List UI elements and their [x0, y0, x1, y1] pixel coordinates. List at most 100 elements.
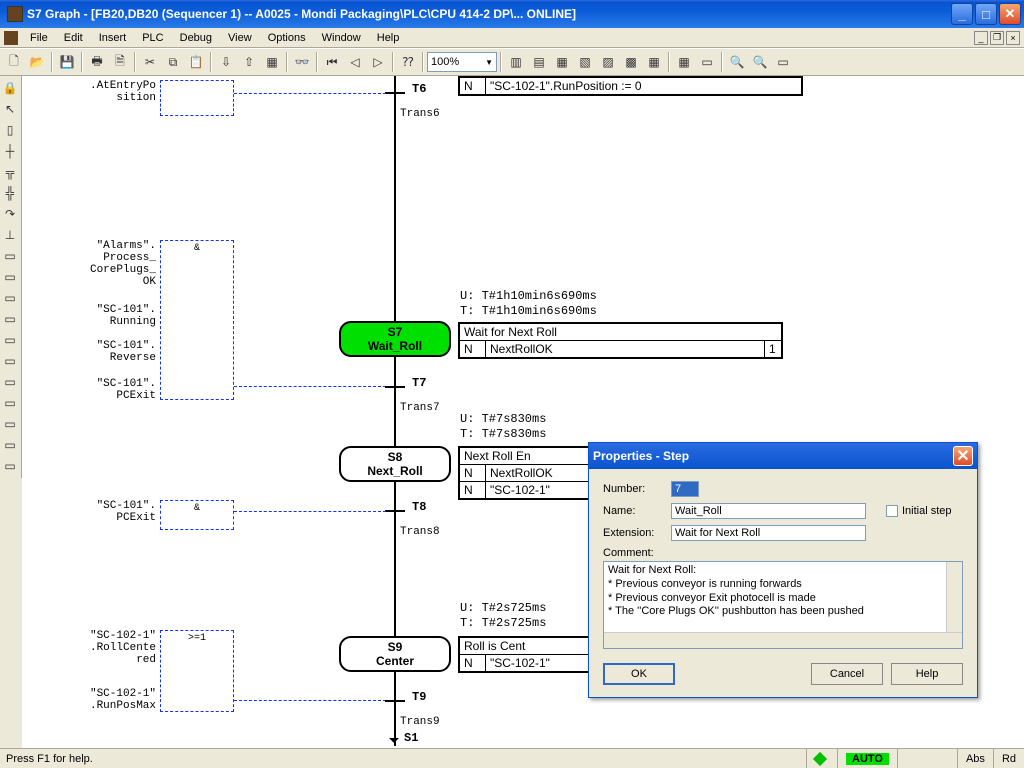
app-icon [7, 6, 23, 22]
menu-file[interactable]: File [22, 30, 56, 46]
s7-time-u: U: T#1h10min6s690ms [460, 289, 597, 303]
paste-button[interactable]: 📋 [185, 51, 207, 73]
dialog-close-button[interactable]: ✕ [953, 446, 973, 466]
overview-button[interactable]: ▭ [696, 51, 718, 73]
trans-t6-label: T6 [412, 82, 426, 96]
main-toolbar: 🗋 📂 💾 🖶 🗎 ✂ ⧉ 📋 ⇩ ⇧ ▦ 👓 ⏮ ◁ ▷ ⁇ 100%▼ ▥ … [0, 48, 1024, 76]
ok-button[interactable]: OK [603, 663, 675, 685]
alt-branch-icon[interactable]: ╬ [0, 183, 20, 203]
tool-16-icon[interactable]: ▭ [0, 393, 20, 413]
cancel-button[interactable]: Cancel [811, 663, 883, 685]
tool-17-icon[interactable]: ▭ [0, 414, 20, 434]
download-button[interactable]: ⇩ [215, 51, 237, 73]
scrollbar-vertical[interactable] [946, 562, 962, 632]
action-s7[interactable]: Wait for Next Roll NNextRollOK1 [458, 322, 783, 359]
left-toolbar: 🔒 ↖ ▯ ┼ ╦ ╬ ↷ ⊥ ▭ ▭ ▭ ▭ ▭ ▭ ▭ ▭ ▭ ▭ ▭ [0, 76, 22, 478]
logic-box-s9[interactable]: >=1 [160, 630, 234, 712]
step-s8[interactable]: S8 Next_Roll [339, 446, 451, 482]
cut-button[interactable]: ✂ [139, 51, 161, 73]
upload-button[interactable]: ⇧ [238, 51, 260, 73]
step-s9[interactable]: S9 Center [339, 636, 451, 672]
mdi-system-icon[interactable] [4, 31, 18, 45]
end-icon[interactable]: ⊥ [0, 225, 20, 245]
view-btn-3[interactable]: ▦ [551, 51, 573, 73]
comment-textarea[interactable]: Wait for Next Roll: * Previous conveyor … [603, 561, 963, 649]
copy-button[interactable]: ⧉ [162, 51, 184, 73]
nav-next-button[interactable]: ▷ [367, 51, 389, 73]
mdi-minimize-button[interactable]: _ [974, 31, 988, 45]
view-btn-7[interactable]: ▦ [643, 51, 665, 73]
print-preview-button[interactable]: 🗎 [109, 51, 131, 73]
initial-step-checkbox[interactable]: Initial step [886, 505, 952, 517]
open-button[interactable]: 📂 [26, 51, 48, 73]
nav-prev-button[interactable]: ◁ [344, 51, 366, 73]
menu-plc[interactable]: PLC [134, 30, 171, 46]
zoom-in-button[interactable]: 🔍 [726, 51, 748, 73]
extension-input[interactable] [671, 525, 866, 541]
tool-12-icon[interactable]: ▭ [0, 309, 20, 329]
name-input[interactable] [671, 503, 866, 519]
trans-t7-mark[interactable] [385, 386, 405, 388]
menu-insert[interactable]: Insert [91, 30, 135, 46]
zoom-out-button[interactable]: 🔍 [749, 51, 771, 73]
logic-box-s7[interactable]: & [160, 240, 234, 400]
trans-insert-icon[interactable]: ┼ [0, 141, 20, 161]
new-button[interactable]: 🗋 [3, 51, 25, 73]
menu-help[interactable]: Help [369, 30, 408, 46]
tool-15-icon[interactable]: ▭ [0, 372, 20, 392]
s8-time-t: T: T#7s830ms [460, 427, 546, 441]
monitor-button[interactable]: 👓 [291, 51, 313, 73]
help-button[interactable]: Help [891, 663, 963, 685]
logic-box-t8[interactable]: & [160, 500, 234, 530]
number-label: Number: [603, 483, 663, 495]
grid-button[interactable]: ▦ [673, 51, 695, 73]
action-s8[interactable]: Next Roll En NNextRollOK N"SC-102-1" [458, 446, 591, 500]
scrollbar-horizontal[interactable] [604, 632, 962, 648]
dialog-titlebar[interactable]: Properties - Step ✕ [589, 443, 977, 469]
view-btn-6[interactable]: ▩ [620, 51, 642, 73]
tool-10-icon[interactable]: ▭ [0, 267, 20, 287]
fit-window-button[interactable]: ▭ [772, 51, 794, 73]
jump-icon[interactable]: ↷ [0, 204, 20, 224]
menu-edit[interactable]: Edit [56, 30, 91, 46]
view-btn-4[interactable]: ▧ [574, 51, 596, 73]
tool-14-icon[interactable]: ▭ [0, 351, 20, 371]
pointer-icon[interactable]: ↖ [0, 99, 20, 119]
menu-window[interactable]: Window [314, 30, 369, 46]
zoom-combo[interactable]: 100%▼ [427, 52, 497, 72]
tool-11-icon[interactable]: ▭ [0, 288, 20, 308]
step-s7[interactable]: S7 Wait_Roll [339, 321, 451, 357]
menu-view[interactable]: View [220, 30, 260, 46]
number-input[interactable] [671, 481, 699, 497]
maximize-button[interactable]: □ [975, 3, 997, 25]
trans-t9-mark[interactable] [385, 700, 405, 702]
menu-bar: File Edit Insert PLC Debug View Options … [0, 28, 1024, 48]
save-button[interactable]: 💾 [56, 51, 78, 73]
branch-icon[interactable]: ╦ [0, 162, 20, 182]
compile-button[interactable]: ▦ [261, 51, 283, 73]
action-t6[interactable]: N"SC-102-1".RunPosition := 0 [458, 76, 803, 96]
trans-t8-mark[interactable] [385, 510, 405, 512]
print-button[interactable]: 🖶 [86, 51, 108, 73]
tool-9-icon[interactable]: ▭ [0, 246, 20, 266]
trans-t6-mark[interactable] [385, 92, 405, 94]
lock-icon[interactable]: 🔒 [0, 78, 20, 98]
view-btn-2[interactable]: ▤ [528, 51, 550, 73]
minimize-button[interactable]: _ [951, 3, 973, 25]
view-btn-1[interactable]: ▥ [505, 51, 527, 73]
dialog-title: Properties - Step [593, 449, 953, 463]
mdi-close-button[interactable]: × [1006, 31, 1020, 45]
menu-options[interactable]: Options [260, 30, 314, 46]
mdi-restore-button[interactable]: ❐ [990, 31, 1004, 45]
close-button[interactable]: ✕ [999, 3, 1021, 25]
action-s9[interactable]: Roll is Cent N"SC-102-1" [458, 636, 591, 673]
view-btn-5[interactable]: ▨ [597, 51, 619, 73]
logic-box-t6[interactable] [160, 80, 234, 116]
menu-debug[interactable]: Debug [172, 30, 220, 46]
tool-18-icon[interactable]: ▭ [0, 435, 20, 455]
tool-19-icon[interactable]: ▭ [0, 456, 20, 476]
tool-13-icon[interactable]: ▭ [0, 330, 20, 350]
step-insert-icon[interactable]: ▯ [0, 120, 20, 140]
help-pointer-button[interactable]: ⁇ [397, 51, 419, 73]
nav-first-button[interactable]: ⏮ [321, 51, 343, 73]
